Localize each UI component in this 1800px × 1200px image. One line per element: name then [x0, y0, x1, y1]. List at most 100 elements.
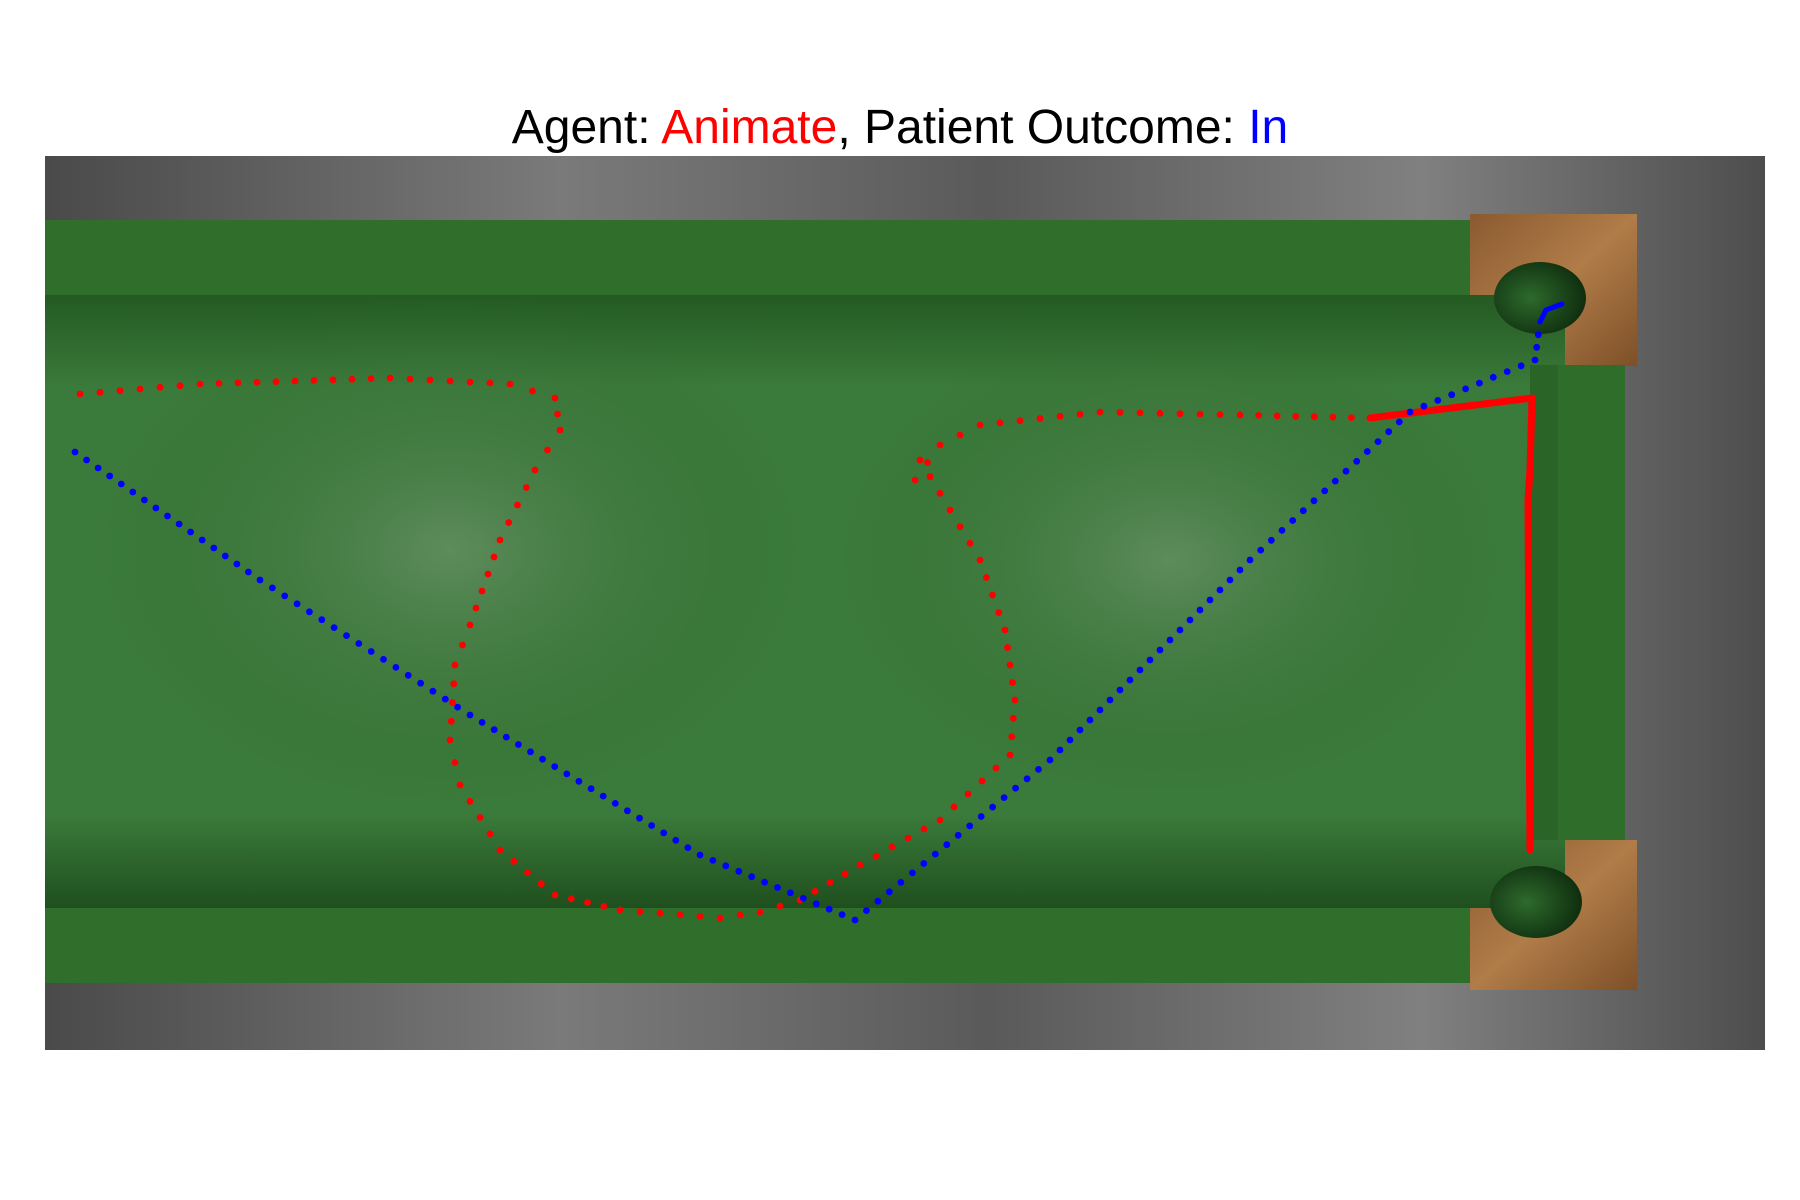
- patient-trajectory-dot: [672, 836, 680, 844]
- agent-trajectory-dot: [978, 777, 986, 785]
- agent-trajectory-dot: [946, 506, 954, 514]
- patient-trajectory-dot: [1420, 402, 1428, 410]
- patient-trajectory-dot: [1299, 507, 1307, 515]
- agent-trajectory-dot: [529, 387, 536, 395]
- agent-trajectory-dot: [716, 914, 724, 922]
- patient-trajectory-dot: [106, 472, 114, 480]
- agent-trajectory-dot: [524, 869, 531, 876]
- agent-trajectory-dot: [1016, 417, 1024, 425]
- patient-trajectory-dot: [539, 755, 546, 763]
- agent-trajectory-dot: [310, 377, 318, 384]
- agent-trajectory-dot: [1136, 409, 1144, 417]
- patient-trajectory-dot: [1331, 477, 1339, 485]
- agent-trajectory-dot: [156, 383, 164, 391]
- patient-trajectory-dot: [1246, 556, 1254, 564]
- agent-trajectory-dot: [272, 378, 280, 385]
- patient-trajectory-dot: [1096, 706, 1104, 714]
- agent-trajectory-dot: [956, 523, 964, 531]
- agent-trajectory-dot: [196, 380, 204, 388]
- agent-trajectory-dot: [466, 621, 474, 629]
- agent-trajectory-dot: [1076, 410, 1084, 418]
- agent-trajectory-dot: [451, 661, 459, 669]
- patient-trajectory-dot: [1000, 794, 1008, 801]
- patient-trajectory-dot: [1126, 676, 1134, 684]
- patient-trajectory-dot: [1196, 606, 1204, 614]
- patient-trajectory-dot: [515, 741, 522, 748]
- agent-trajectory-dot: [476, 814, 484, 821]
- right-rail: [1555, 365, 1625, 840]
- patient-trajectory-dot: [233, 560, 241, 568]
- patient-trajectory-dot: [943, 841, 951, 849]
- patient-trajectory-dot: [774, 884, 781, 891]
- agent-trajectory-dot: [1116, 409, 1124, 416]
- patient-trajectory-dot: [886, 888, 893, 896]
- patient-trajectory-dot: [1066, 736, 1074, 744]
- patient-trajectory-dot: [1226, 576, 1234, 584]
- agent-trajectory-dot: [1006, 751, 1014, 759]
- agent-trajectory-dot: [1310, 413, 1318, 421]
- agent-trajectory-dot: [1348, 414, 1355, 421]
- agent-trajectory-dot: [506, 380, 514, 388]
- agent-trajectory-dot: [76, 390, 84, 398]
- patient-trajectory-dot: [367, 648, 375, 655]
- agent-trajectory-dot: [1273, 412, 1281, 420]
- patient-trajectory-dot: [210, 544, 218, 552]
- patient-trajectory-dot: [1533, 343, 1541, 351]
- agent-trajectory-dot: [551, 891, 559, 899]
- agent-trajectory-dot: [1009, 714, 1017, 722]
- patient-trajectory-dot: [1106, 696, 1114, 704]
- patient-trajectory-dot: [175, 520, 183, 528]
- patient-trajectory-dot: [1448, 391, 1456, 399]
- agent-trajectory-dot: [696, 913, 704, 920]
- agent-trajectory-dot: [676, 911, 684, 919]
- patient-trajectory-dot: [954, 831, 962, 839]
- agent-trajectory-dot: [447, 717, 455, 725]
- agent-trajectory-dot: [736, 911, 744, 919]
- agent-trajectory-dot: [537, 880, 545, 888]
- patient-trajectory-dot: [1321, 487, 1329, 495]
- agent-trajectory-dot: [936, 441, 944, 449]
- agent-trajectory-dot: [446, 377, 454, 385]
- patient-trajectory-dot: [761, 878, 768, 886]
- agent-trajectory-dot: [976, 556, 984, 564]
- agent-trajectory-dot: [936, 816, 944, 824]
- agent-trajectory-dot: [911, 476, 919, 484]
- agent-trajectory-dot: [522, 484, 530, 491]
- agent-trajectory-dot: [466, 797, 474, 805]
- patient-trajectory-dot: [141, 496, 148, 504]
- agent-trajectory-dot: [756, 908, 764, 916]
- agent-trajectory-dot: [1006, 661, 1014, 669]
- patient-trajectory-dot: [1395, 418, 1403, 426]
- patient-trajectory-dot: [1406, 408, 1414, 416]
- patient-trajectory-dot: [1310, 497, 1318, 505]
- patient-trajectory-dot: [1257, 546, 1265, 554]
- patient-trajectory-dot: [1146, 656, 1154, 664]
- agent-trajectory-dot: [505, 519, 513, 526]
- agent-trajectory-dot: [490, 553, 498, 561]
- patient-trajectory-dot: [1156, 646, 1164, 654]
- patient-trajectory-dot: [696, 851, 704, 859]
- patient-trajectory-dot: [117, 480, 125, 488]
- agent-trajectory-dot: [1096, 408, 1104, 416]
- agent-trajectory-dot: [551, 394, 559, 402]
- patient-trajectory-dot: [977, 813, 985, 820]
- agent-trajectory-dot: [96, 388, 104, 396]
- patient-trajectory-dot: [429, 687, 437, 695]
- agent-trajectory-dot: [426, 376, 434, 384]
- patient-trajectory-dot: [660, 829, 668, 837]
- agent-trajectory-dot: [636, 908, 644, 915]
- patient-trajectory-dot: [897, 879, 905, 886]
- agent-trajectory-dot: [215, 380, 223, 387]
- agent-trajectory-dot: [936, 489, 944, 497]
- patient-trajectory-dot: [1363, 448, 1371, 455]
- patient-trajectory-dot: [931, 850, 939, 858]
- agent-trajectory-dot: [656, 909, 664, 917]
- patient-trajectory-dot: [1046, 756, 1054, 764]
- patient-trajectory-dot: [441, 695, 449, 703]
- patient-trajectory-dot: [874, 897, 882, 905]
- agent-trajectory-dot: [904, 834, 912, 842]
- agent-trajectory-dot: [1255, 412, 1262, 419]
- patient-trajectory-dot: [1342, 467, 1350, 475]
- agent-trajectory-dot: [459, 641, 466, 649]
- agent-trajectory-dot: [1011, 696, 1019, 704]
